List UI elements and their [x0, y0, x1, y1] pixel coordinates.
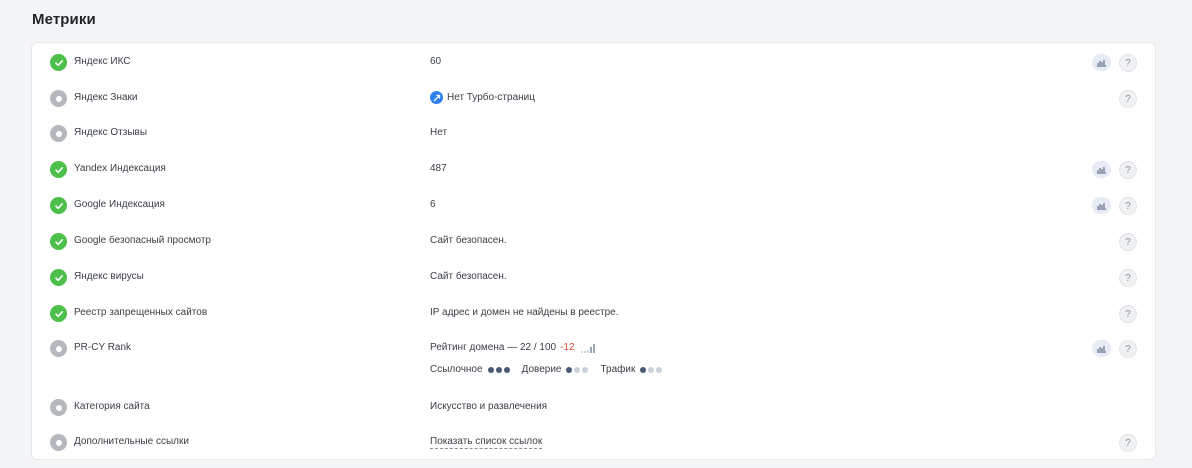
- metric-row-banned-registry: Реестр запрещенных сайтов IP адрес и дом…: [32, 304, 1155, 323]
- inactive-icon: [50, 90, 67, 107]
- metric-label: Категория сайта: [74, 401, 150, 412]
- metric-value: Нет Турбо-страниц: [447, 92, 535, 103]
- link-metric-label: Ссылочное: [430, 364, 483, 375]
- metric-row-google-safe-browsing: Google безопасный просмотр Сайт безопасе…: [32, 232, 1155, 251]
- metric-label: Yandex Индексация: [74, 163, 166, 174]
- inactive-icon: [50, 399, 67, 416]
- metric-row-google-indexing: Google Индексация 6 ?: [32, 196, 1155, 215]
- check-icon: [50, 197, 67, 214]
- metric-value: Сайт безопасен.: [430, 235, 507, 246]
- metric-row-yandex-znaki: Яндекс Знаки Нет Турбо-страниц ?: [32, 89, 1155, 108]
- traffic-level-dots: [640, 366, 663, 373]
- inactive-icon: [50, 434, 67, 451]
- metric-value-wrap: Нет Турбо-страниц: [430, 91, 535, 104]
- check-icon: [50, 161, 67, 178]
- chart-icon[interactable]: [1092, 340, 1111, 357]
- help-icon[interactable]: ?: [1119, 90, 1137, 108]
- inactive-icon: [50, 125, 67, 142]
- metrics-card: Яндекс ИКС 60 ? Яндекс Знаки Нет Турбо-с…: [31, 42, 1156, 460]
- metric-value: 60: [430, 56, 442, 67]
- help-icon[interactable]: ?: [1119, 54, 1137, 72]
- metric-row-site-category: Категория сайта Искусство и развлечения: [32, 398, 1155, 416]
- help-icon[interactable]: ?: [1119, 434, 1137, 452]
- check-icon: [50, 269, 67, 286]
- metric-label: Реестр запрещенных сайтов: [74, 307, 208, 318]
- chart-icon[interactable]: [1092, 197, 1111, 214]
- chart-icon[interactable]: [1092, 54, 1111, 71]
- help-icon[interactable]: ?: [1119, 305, 1137, 323]
- check-icon: [50, 54, 67, 71]
- metric-row-prcy-rank: PR-CY Rank Рейтинг домена — 22 / 100 -12…: [32, 339, 1155, 358]
- metric-label: PR-CY Rank: [74, 342, 132, 353]
- help-icon[interactable]: ?: [1119, 197, 1137, 215]
- help-icon[interactable]: ?: [1119, 340, 1137, 358]
- metric-value: Сайт безопасен.: [430, 271, 507, 282]
- metric-value: 6: [430, 199, 436, 210]
- turbo-icon: [430, 91, 443, 104]
- show-links-link[interactable]: Показать список ссылок: [430, 436, 543, 449]
- metric-label: Яндекс Знаки: [74, 92, 138, 103]
- metric-label: Яндекс ИКС: [74, 56, 131, 67]
- metric-value: 487: [430, 163, 447, 174]
- metric-value: IP адрес и домен не найдены в реестре.: [430, 307, 619, 318]
- help-icon[interactable]: ?: [1119, 161, 1137, 179]
- check-icon: [50, 305, 67, 322]
- rank-delta: -12: [560, 342, 575, 353]
- metric-label: Яндекс вирусы: [74, 271, 144, 282]
- metric-row-yandex-viruses: Яндекс вирусы Сайт безопасен. ?: [32, 268, 1155, 287]
- metric-row-extra-links: Дополнительные ссылки Показать список сс…: [32, 433, 1155, 452]
- traffic-metric-label: Трафик: [600, 364, 636, 375]
- metric-row-yandex-iks: Яндекс ИКС 60 ?: [32, 53, 1155, 72]
- metric-row-yandex-indexing: Yandex Индексация 487 ?: [32, 160, 1155, 179]
- metric-label: Google Индексация: [74, 199, 165, 210]
- prcy-sub-metrics: Ссылочное Доверие Трафик: [430, 364, 674, 375]
- metric-value: Рейтинг домена — 22 / 100: [430, 342, 557, 353]
- metric-value-wrap: Рейтинг домена — 22 / 100 -12: [430, 342, 595, 353]
- check-icon: [50, 233, 67, 250]
- metric-label: Яндекс Отзывы: [74, 127, 148, 138]
- inactive-icon: [50, 340, 67, 357]
- section-title: Метрики: [32, 11, 96, 28]
- link-level-dots: [487, 366, 510, 373]
- metric-value-wrap: Показать список ссылок: [430, 436, 543, 449]
- trust-level-dots: [566, 366, 589, 373]
- metric-label: Дополнительные ссылки: [74, 436, 189, 447]
- metric-label: Google безопасный просмотр: [74, 235, 211, 246]
- help-icon[interactable]: ?: [1119, 233, 1137, 251]
- metric-row-yandex-otzyvy: Яндекс Отзывы Нет: [32, 124, 1155, 142]
- trust-metric-label: Доверие: [521, 364, 562, 375]
- help-icon[interactable]: ?: [1119, 269, 1137, 287]
- chart-icon[interactable]: [1092, 161, 1111, 178]
- signal-bars-icon: [580, 343, 595, 353]
- metric-value: Нет: [430, 127, 448, 138]
- metric-value: Искусство и развлечения: [430, 401, 548, 412]
